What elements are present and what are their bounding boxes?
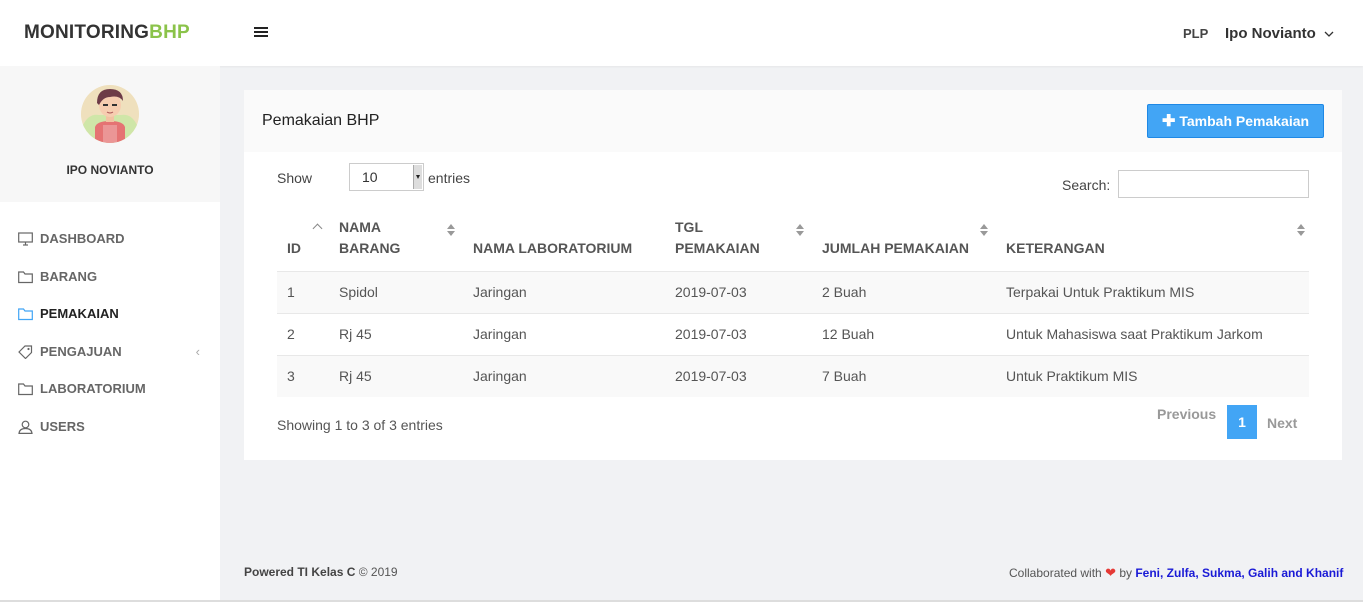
- footer-authors-link[interactable]: Feni, Zulfa, Sukma, Galih and Khanif: [1135, 566, 1343, 580]
- pagination-previous[interactable]: Previous: [1157, 406, 1216, 422]
- sort-icon: [447, 224, 455, 236]
- sidebar-item-label: LABORATORIUM: [40, 381, 146, 396]
- user-role: PLP: [1183, 26, 1209, 41]
- folder-icon: [18, 308, 33, 321]
- column-header-tgl-pemakaian[interactable]: TGL PEMAKAIAN: [661, 214, 808, 272]
- sidebar-item-dashboard[interactable]: DASHBOARD: [0, 226, 220, 264]
- show-label: Show: [277, 170, 313, 186]
- page-title: Pemakaian BHP: [262, 112, 380, 129]
- sidebar-item-barang[interactable]: BARANG: [0, 264, 220, 302]
- cell-keterangan: Untuk Mahasiswa saat Praktikum Jarkom: [992, 312, 1309, 355]
- user-icon: [18, 420, 33, 434]
- entries-select[interactable]: 10: [349, 163, 424, 191]
- entries-select-value: 10: [362, 169, 378, 185]
- column-header-id[interactable]: ID: [277, 214, 325, 272]
- cell-tgl-pemakaian: 2019-07-03: [661, 270, 808, 313]
- table-row: 1 Spidol Jaringan 2019-07-03 2 Buah Terp…: [277, 270, 1309, 313]
- monitor-icon: [18, 232, 33, 246]
- cell-nama-laboratorium: Jaringan: [459, 312, 661, 355]
- table-row: 3 Rj 45 Jaringan 2019-07-03 7 Buah Untuk…: [277, 354, 1309, 397]
- sidebar-item-pemakaian[interactable]: PEMAKAIAN: [0, 301, 220, 339]
- plus-icon: ✚: [1161, 113, 1176, 130]
- cell-nama-laboratorium: Jaringan: [459, 354, 661, 397]
- sidebar: IPO NOVIANTO DASHBOARD BARANG PEMAKAIAN: [0, 66, 220, 602]
- column-header-jumlah-pemakaian[interactable]: JUMLAH PEMAKAIAN: [808, 214, 992, 272]
- cell-keterangan: Untuk Praktikum MIS: [992, 354, 1309, 397]
- table-row: 2 Rj 45 Jaringan 2019-07-03 12 Buah Untu…: [277, 312, 1309, 355]
- sidebar-item-label: PENGAJUAN: [40, 343, 122, 359]
- footer-credits: Collaborated with ❤ by Feni, Zulfa, Sukm…: [1009, 565, 1343, 581]
- brand-part-1: MONITORING: [24, 22, 150, 43]
- cell-jumlah-pemakaian: 7 Buah: [808, 354, 992, 397]
- folder-icon: [18, 383, 33, 396]
- cell-id: 1: [277, 270, 325, 313]
- heart-icon: ❤: [1105, 565, 1116, 580]
- cell-tgl-pemakaian: 2019-07-03: [661, 312, 808, 355]
- user-dropdown[interactable]: Ipo Novianto: [1225, 25, 1334, 42]
- sidebar-nav: DASHBOARD BARANG PEMAKAIAN PENGAJUAN ‹ L…: [0, 226, 220, 451]
- table-info: Showing 1 to 3 of 3 entries: [277, 417, 443, 433]
- sort-icon: [796, 224, 804, 236]
- cell-tgl-pemakaian: 2019-07-03: [661, 354, 808, 397]
- chevron-left-icon: ‹: [195, 343, 200, 359]
- hamburger-menu-icon[interactable]: [254, 27, 268, 39]
- sidebar-item-pengajuan[interactable]: PENGAJUAN ‹: [0, 339, 220, 377]
- profile-card: IPO NOVIANTO: [0, 66, 220, 202]
- cell-id: 3: [277, 354, 325, 397]
- footer-powered-text: Powered TI Kelas C: [244, 565, 356, 579]
- sidebar-item-label: BARANG: [40, 268, 98, 284]
- cell-nama-laboratorium: Jaringan: [459, 270, 661, 313]
- panel-header: Pemakaian BHP ✚ Tambah Pemakaian: [244, 90, 1342, 152]
- column-header-nama-barang[interactable]: NAMA BARANG: [325, 214, 459, 272]
- cell-nama-barang: Spidol: [325, 270, 459, 313]
- profile-name: IPO NOVIANTO: [66, 163, 154, 177]
- entries-length-control: Show 10 entries: [277, 163, 470, 191]
- sidebar-item-label: PEMAKAIAN: [40, 306, 119, 321]
- column-header-nama-laboratorium[interactable]: NAMA LABORATORIUM: [459, 214, 661, 272]
- sort-icon: [1297, 224, 1305, 236]
- top-navbar: MONITORINGBHP PLP Ipo Novianto: [0, 0, 1363, 66]
- folder-icon: [18, 270, 33, 283]
- cell-id: 2: [277, 312, 325, 355]
- cell-jumlah-pemakaian: 2 Buah: [808, 270, 992, 313]
- pemakaian-panel: Pemakaian BHP ✚ Tambah Pemakaian Show 10 …: [244, 90, 1342, 460]
- add-button-label: Tambah Pemakaian: [1179, 113, 1310, 129]
- entries-label: entries: [428, 170, 471, 186]
- brand-logo[interactable]: MONITORINGBHP: [24, 22, 190, 44]
- footer-copyright: © 2019: [358, 565, 398, 579]
- sidebar-item-label: USERS: [40, 418, 85, 434]
- avatar: [81, 85, 139, 143]
- chevron-down-icon: [1324, 31, 1334, 37]
- add-pemakaian-button[interactable]: ✚ Tambah Pemakaian: [1147, 104, 1324, 138]
- brand-part-2: BHP: [149, 22, 190, 43]
- pagination-next[interactable]: Next: [1267, 415, 1297, 431]
- footer-collab-text: Collaborated with: [1009, 566, 1102, 580]
- sidebar-item-label: DASHBOARD: [40, 231, 125, 246]
- footer-powered: Powered TI Kelas C © 2019: [244, 565, 398, 579]
- sort-icon: [980, 224, 988, 236]
- table-header-row: ID NAMA BARANG NAMA LABORATORIUM TGL PEM…: [277, 214, 1309, 272]
- pagination-page-1[interactable]: 1: [1227, 405, 1257, 439]
- footer-by-text: by: [1119, 566, 1132, 580]
- column-header-keterangan[interactable]: KETERANGAN: [992, 214, 1309, 272]
- sort-asc-icon: [313, 224, 323, 232]
- search-input[interactable]: [1118, 170, 1309, 198]
- cell-nama-barang: Rj 45: [325, 312, 459, 355]
- search-label: Search:: [1062, 177, 1111, 193]
- sidebar-item-users[interactable]: USERS: [0, 414, 220, 452]
- dropdown-arrow-icon: [413, 165, 422, 189]
- user-name: Ipo Novianto: [1225, 25, 1316, 42]
- pemakaian-table: ID NAMA BARANG NAMA LABORATORIUM TGL PEM…: [277, 214, 1309, 397]
- cell-nama-barang: Rj 45: [325, 354, 459, 397]
- cell-keterangan: Terpakai Untuk Praktikum MIS: [992, 270, 1309, 313]
- tag-icon: [18, 344, 33, 359]
- cell-jumlah-pemakaian: 12 Buah: [808, 312, 992, 355]
- sidebar-item-laboratorium[interactable]: LABORATORIUM: [0, 376, 220, 414]
